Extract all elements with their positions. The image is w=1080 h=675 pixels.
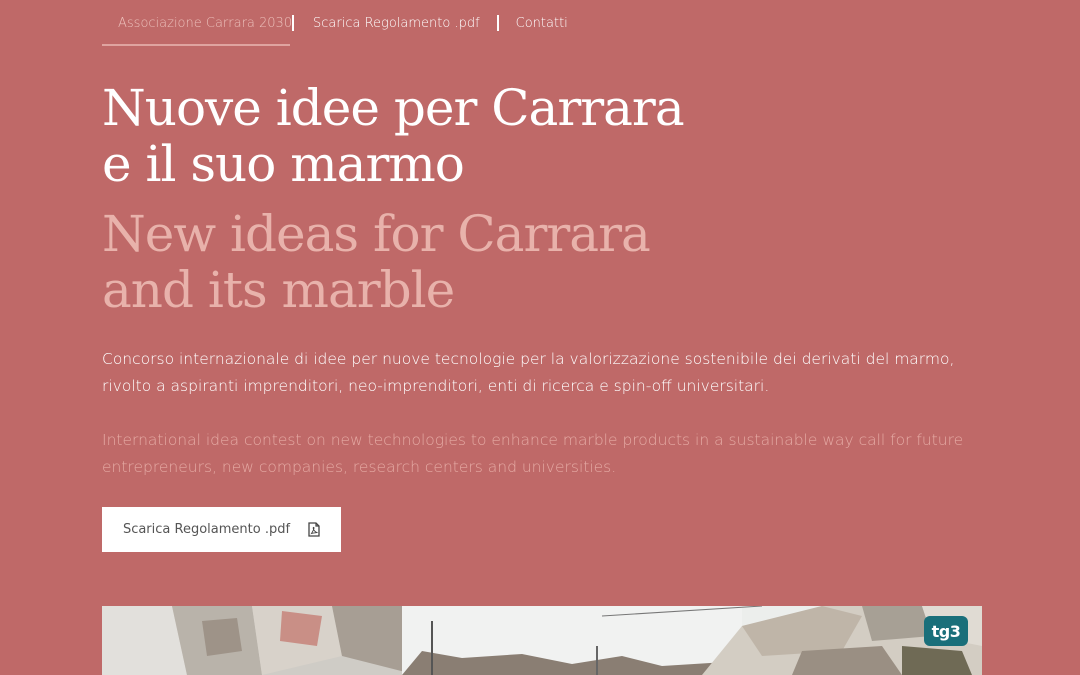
description-english: International idea contest on new techno… xyxy=(102,431,964,476)
tg3-logo: tg3 xyxy=(924,616,968,646)
nav-separator xyxy=(496,15,499,31)
page-title-english: New ideas for Carrara and its marble xyxy=(102,206,742,318)
nav-separator xyxy=(292,15,294,31)
download-button-label: Scarica Regolamento .pdf xyxy=(122,522,291,537)
title-en-line1: New ideas for Carrara xyxy=(102,205,651,263)
nav-link-regolamento[interactable]: Scarica Regolamento .pdf xyxy=(313,0,480,31)
description-italian: Concorso internazionale di idee per nuov… xyxy=(102,350,955,395)
download-regolamento-button[interactable]: Scarica Regolamento .pdf xyxy=(102,507,341,552)
page-title-italian: Nuove idee per Carrara e il suo marmo xyxy=(102,80,742,192)
video-preview[interactable]: tg3 xyxy=(102,606,982,675)
title-en-line2: and its marble xyxy=(102,261,455,319)
top-nav: Associazione Carrara 2030 Scarica Regola… xyxy=(102,0,568,46)
pdf-file-icon xyxy=(308,522,320,537)
title-it-line2: e il suo marmo xyxy=(102,135,465,193)
quarry-image xyxy=(102,606,982,675)
nav-link-contatti[interactable]: Contatti xyxy=(516,0,568,31)
nav-link-associazione[interactable]: Associazione Carrara 2030 xyxy=(102,0,292,46)
title-it-line1: Nuove idee per Carrara xyxy=(102,79,685,137)
